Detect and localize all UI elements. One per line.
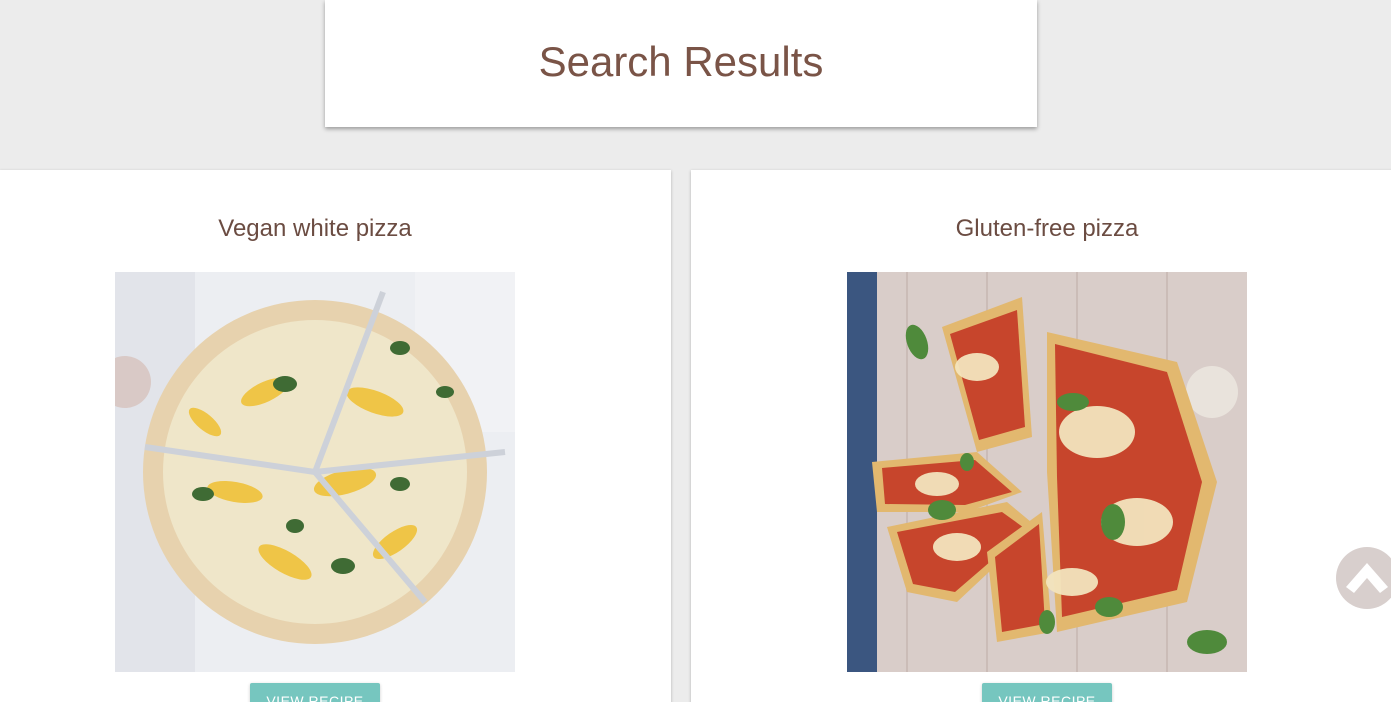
header-card: Search Results — [325, 0, 1037, 127]
page-title: Search Results — [538, 37, 824, 85]
search-results-page: Search Results Vegan white pizza VIEW RE… — [0, 0, 1391, 702]
view-recipe-button[interactable]: VIEW RECIPE — [250, 683, 380, 702]
recipe-image[interactable] — [847, 272, 1247, 672]
recipe-title: Gluten-free pizza — [955, 215, 1139, 242]
results-grid: Vegan white pizza VIEW RECIPE Gluten-fre… — [0, 170, 1391, 702]
vegan-white-pizza-photo — [115, 272, 515, 672]
recipe-title: Vegan white pizza — [218, 215, 412, 242]
scroll-to-top-button[interactable] — [1336, 547, 1391, 609]
recipe-card: Gluten-free pizza VIEW RECIPE — [691, 170, 1391, 702]
recipe-card: Vegan white pizza VIEW RECIPE — [0, 170, 671, 702]
chevron-up-icon — [1346, 563, 1388, 593]
view-recipe-button[interactable]: VIEW RECIPE — [982, 683, 1112, 702]
gluten-free-pizza-photo — [847, 272, 1247, 672]
recipe-image[interactable] — [115, 272, 515, 672]
